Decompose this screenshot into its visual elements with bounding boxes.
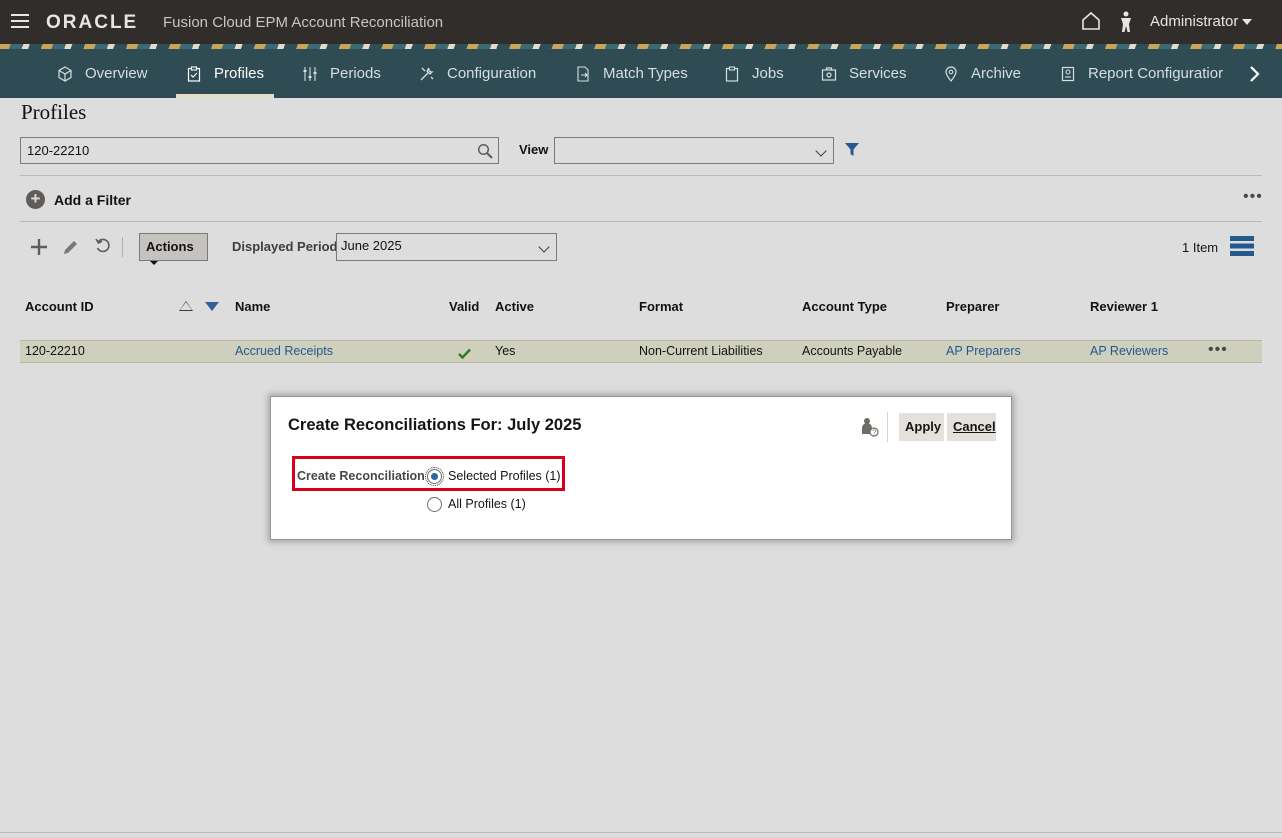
report-icon xyxy=(1060,66,1076,82)
oracle-logo: ORACLE xyxy=(46,12,139,33)
nav-label: Periods xyxy=(330,65,381,82)
create-reconciliation-label: Create Reconciliation xyxy=(297,469,425,483)
document-arrow-icon xyxy=(575,65,591,82)
clipboard-icon xyxy=(724,65,740,82)
nav-label: Profiles xyxy=(214,65,265,82)
nav-bar: Overview Profiles Periods Configuration … xyxy=(0,49,1282,98)
nav-label: Configuration xyxy=(447,65,537,82)
nav-item-configuration[interactable]: Configuration xyxy=(419,49,536,98)
nav-item-services[interactable]: Services xyxy=(821,49,907,98)
apply-button[interactable]: Apply xyxy=(899,413,944,441)
tools-icon xyxy=(419,66,435,82)
create-reconciliations-dialog: Create Reconciliations For: July 2025 ? … xyxy=(270,396,1012,540)
location-pin-icon xyxy=(943,65,959,82)
accessibility-person-icon[interactable] xyxy=(1119,11,1133,38)
nav-item-profiles[interactable]: Profiles xyxy=(175,49,275,98)
clipboard-check-icon xyxy=(186,65,202,82)
nav-label: Jobs xyxy=(752,65,784,82)
radio-selected-profiles[interactable] xyxy=(425,467,444,486)
nav-label: Report Configuratior xyxy=(1088,65,1224,82)
top-bar: ORACLE Fusion Cloud EPM Account Reconcil… xyxy=(0,0,1282,44)
user-menu[interactable]: Administrator xyxy=(1150,13,1238,30)
nav-item-jobs[interactable]: Jobs xyxy=(724,49,784,98)
help-person-icon[interactable]: ? xyxy=(861,417,879,442)
nav-label: Archive xyxy=(971,65,1022,82)
cancel-button[interactable]: Cancel xyxy=(947,413,996,441)
chevron-down-icon[interactable] xyxy=(1242,19,1252,25)
cube-icon xyxy=(57,65,73,82)
nav-item-archive[interactable]: Archive xyxy=(943,49,1021,98)
nav-label: Overview xyxy=(85,65,148,82)
nav-item-periods[interactable]: Periods xyxy=(302,49,381,98)
nav-item-match-types[interactable]: Match Types xyxy=(575,49,688,98)
dialog-toolbar-separator xyxy=(887,412,888,442)
briefcase-gear-icon xyxy=(821,66,837,82)
app-title: Fusion Cloud EPM Account Reconciliation xyxy=(163,14,444,31)
radio-all-profiles[interactable] xyxy=(427,497,442,512)
home-icon[interactable] xyxy=(1081,11,1101,36)
nav-label: Services xyxy=(849,65,907,82)
nav-label: Match Types xyxy=(603,65,688,82)
sliders-icon xyxy=(302,66,318,82)
radio-label-all-profiles[interactable]: All Profiles (1) xyxy=(448,497,526,511)
dialog-title: Create Reconciliations For: July 2025 xyxy=(288,416,582,434)
chevron-right-icon[interactable] xyxy=(1228,49,1282,98)
hamburger-menu-icon[interactable] xyxy=(11,14,29,30)
radio-label-selected-profiles[interactable]: Selected Profiles (1) xyxy=(448,469,561,483)
footer-divider xyxy=(0,832,1282,833)
svg-text:?: ? xyxy=(872,430,876,437)
nav-item-overview[interactable]: Overview xyxy=(57,49,148,98)
nav-item-report-configuration[interactable]: Report Configuratior xyxy=(1060,49,1223,98)
